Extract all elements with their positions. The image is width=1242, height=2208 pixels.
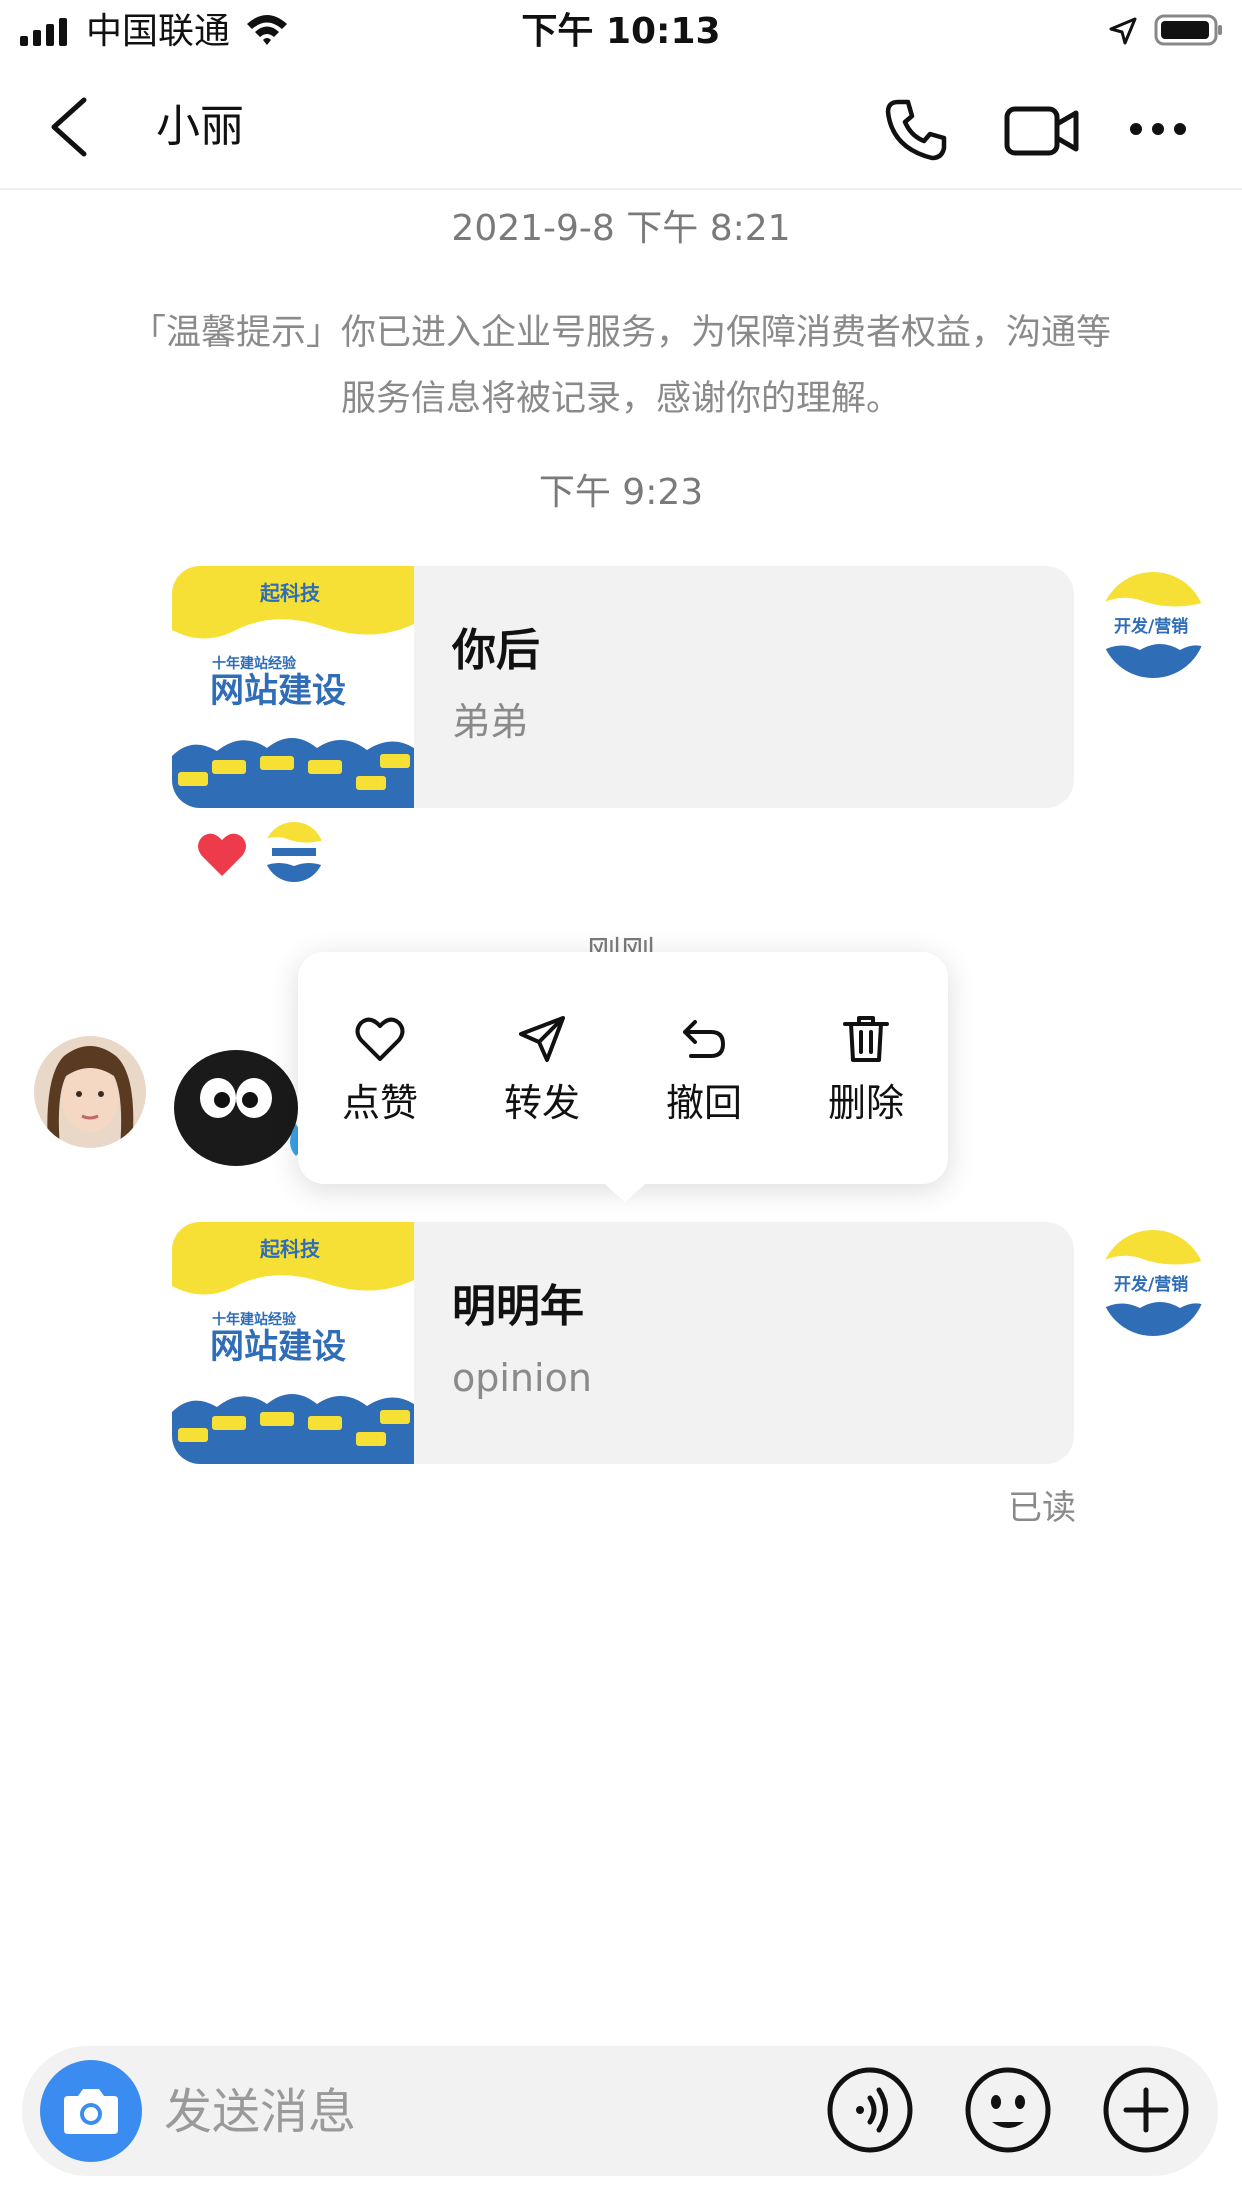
svg-text:开发/营销: 开发/营销 [1114, 616, 1188, 637]
forward-action[interactable]: 转发 [462, 1012, 622, 1142]
message-timestamp: 2021-9-8 下午 8:21 [451, 208, 791, 249]
like-label: 点赞 [341, 1081, 418, 1125]
trash-icon [843, 1016, 889, 1062]
card-title: 明明年 [452, 1281, 584, 1332]
sticker-emoji[interactable] [170, 1034, 310, 1174]
chat-header: 小丽 [0, 62, 1242, 190]
camera-icon [64, 2089, 118, 2134]
heart-icon [198, 833, 246, 876]
card-subtitle: 弟弟 [452, 700, 529, 744]
service-notice: 「温馨提示」你已进入企业号服务，为保障消费者权益，沟通等服务信息将被记录，感谢你… [130, 313, 1111, 419]
voice-icon[interactable] [826, 2066, 914, 2154]
link-card-message[interactable]: 起科技 十年建站经验 网站建设 你后 弟弟 [172, 566, 1074, 808]
status-bar: 中国联通 下午 10:13 [0, 0, 1242, 62]
recall-action[interactable]: 撤回 [624, 1012, 784, 1142]
read-status: 已读 [1008, 1488, 1076, 1528]
delete-action[interactable]: 删除 [786, 1012, 946, 1142]
phone-icon[interactable] [884, 98, 948, 162]
back-icon[interactable] [46, 96, 92, 158]
link-card-message[interactable]: 起科技 十年建站经验 网站建设 明明年 opinion [172, 1222, 1074, 1464]
more-icon[interactable] [1128, 114, 1188, 144]
card-thumbnail: 起科技 十年建站经验 网站建设 [172, 566, 414, 808]
heart-outline-icon [355, 1017, 405, 1061]
undo-icon [683, 1020, 725, 1058]
message-input[interactable]: 发送消息 [164, 2084, 356, 2140]
delete-label: 删除 [827, 1081, 904, 1125]
recall-label: 撤回 [665, 1081, 742, 1125]
chat-title: 小丽 [156, 101, 244, 152]
location-arrow-icon [1109, 17, 1137, 45]
message-input-bar: 发送消息 [22, 2046, 1218, 2176]
send-icon [519, 1016, 565, 1062]
video-call-icon[interactable] [1004, 104, 1080, 158]
reaction-avatar [264, 822, 324, 882]
svg-text:网站建设: 网站建设 [210, 671, 346, 711]
emoji-icon[interactable] [964, 2066, 1052, 2154]
message-action-menu: 点赞 转发 撤回 删除 [298, 952, 948, 1184]
like-action[interactable]: 点赞 [300, 1012, 460, 1142]
camera-button[interactable] [40, 2060, 142, 2162]
card-subtitle: opinion [452, 1356, 592, 1400]
card-title: 你后 [452, 625, 540, 676]
my-avatar[interactable]: 开发/营销 [1100, 1230, 1206, 1336]
my-avatar[interactable]: 开发/营销 [1100, 572, 1206, 678]
contact-avatar[interactable] [34, 1036, 146, 1148]
svg-text:起科技: 起科技 [259, 1237, 321, 1261]
card-thumbnail: 起科技 十年建站经验 网站建设 [172, 1222, 414, 1464]
svg-text:十年建站经验: 十年建站经验 [212, 655, 297, 672]
menu-pointer [598, 1178, 652, 1202]
status-time: 下午 10:13 [521, 11, 721, 52]
svg-text:起科技: 起科技 [259, 581, 321, 605]
svg-text:十年建站经验: 十年建站经验 [212, 1311, 297, 1328]
forward-label: 转发 [503, 1081, 580, 1125]
svg-text:开发/营销: 开发/营销 [1114, 1274, 1188, 1295]
svg-text:网站建设: 网站建设 [210, 1327, 346, 1367]
battery-icon [1154, 14, 1222, 46]
message-timestamp: 下午 9:23 [538, 472, 704, 513]
plus-icon[interactable] [1102, 2066, 1190, 2154]
